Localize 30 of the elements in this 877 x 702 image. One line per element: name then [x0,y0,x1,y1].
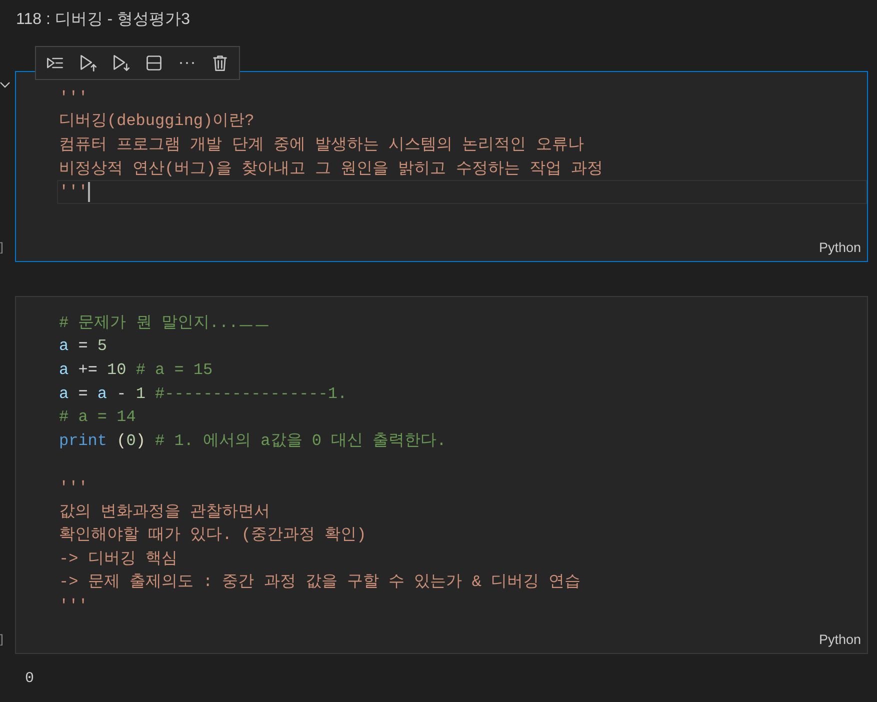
play-up-arrow-icon [79,54,97,72]
code-line: a += 10 # a = 15 [59,360,213,380]
code-cell[interactable]: ''' 디버깅(debugging)이란? 컴퓨터 프로그램 개발 단계 중에 발생하는 시스템의 논리적인 오류나 비정상적 연산(버그)을 찾아내고 그 원인을 밝히고 수정하는 작업 과정 ''' Python [15,71,868,262]
code-line: -> 디버깅 핵심 [59,548,178,569]
code-line: ''' [59,182,88,202]
code-line: print (0) # 1. 에서의 a값을 0 대신 출력한다. [59,430,446,451]
output-text: 0 [25,670,34,687]
play-down-arrow-icon [112,54,130,72]
language-label[interactable]: Python [818,240,861,256]
code-line: 디버깅(debugging)이란? [59,111,254,132]
code-line: 비정상적 연산(버그)을 찾아내고 그 원인을 밝히고 수정하는 작업 과정 [59,158,604,179]
code-line: 컴퓨터 프로그램 개발 단계 중에 발생하는 시스템의 논리적인 오류나 [59,134,584,155]
chevron-down-icon[interactable] [0,82,10,88]
split-rectangle-icon [145,54,163,72]
code-line: # 문제가 뭔 말인지...ㅡㅡ [59,312,270,333]
code-line: 값의 변화과정을 관찰하면서 [59,502,270,522]
trash-icon [211,54,229,72]
code-line: ''' [59,596,88,616]
code-line: ''' [59,88,88,108]
execution-count: ] [0,240,4,254]
code-cell[interactable] [15,296,868,654]
code-line: a = 5 [59,336,108,356]
code-line: ''' [59,478,88,498]
execution-count: ] [0,632,4,646]
notebook-title: 118 : 디버깅 - 형성평가3 [16,10,191,30]
code-line: # a = 14 [59,407,136,428]
code-line: 확인해야할 때가 있다. (중간과정 확인) [59,525,366,546]
code-line: -> 문제 출제의도 : 중간 과정 값을 구할 수 있는가 & 디버깅 연습 [59,572,581,592]
language-label[interactable]: Python [818,632,861,648]
code-line: a = a - 1 #-----------------1. [59,384,348,404]
